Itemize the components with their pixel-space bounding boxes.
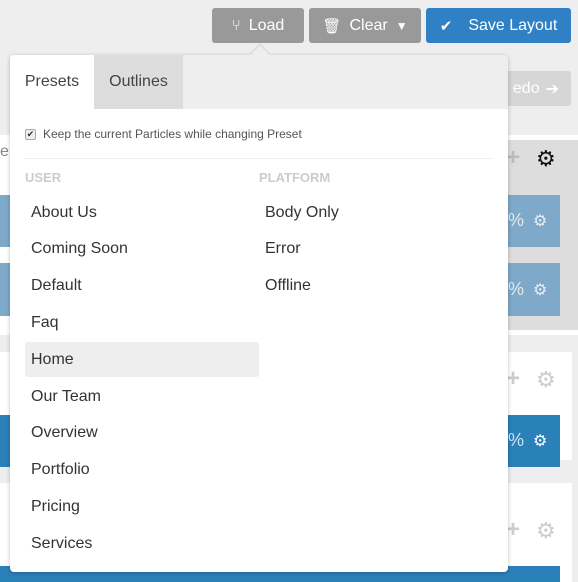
gear-icon[interactable]: ⚙ (536, 367, 556, 393)
add-icon[interactable]: + (506, 365, 520, 393)
tab-presets[interactable]: Presets (10, 55, 94, 109)
load-preset-popover: Presets Outlines ✔ Keep the current Parti… (10, 45, 508, 572)
row-gear-icon[interactable]: ⚙ (533, 280, 547, 300)
popover-tabs: Presets Outlines (10, 55, 508, 109)
add-icon[interactable]: + (506, 516, 520, 544)
tab-outlines[interactable]: Outlines (94, 55, 183, 109)
row-gear-icon[interactable]: ⚙ (533, 431, 547, 451)
divider (25, 158, 493, 159)
preset-item[interactable]: Faq (25, 305, 259, 340)
load-button[interactable]: ⑂ Load (212, 8, 304, 43)
preset-item[interactable]: Coming Soon (25, 232, 259, 267)
chevron-down-icon: ▼ (395, 18, 408, 33)
platform-heading: PLATFORM (259, 170, 331, 185)
preset-item[interactable]: Portfolio (25, 453, 259, 488)
row-percent: % (508, 430, 525, 450)
preset-item[interactable]: About Us (25, 195, 259, 230)
preset-item[interactable]: Services (25, 526, 259, 561)
checkbox-label: Keep the current Particles while changin… (43, 127, 302, 141)
preset-item[interactable]: Home (25, 342, 259, 378)
save-label: Save Layout (468, 16, 558, 34)
load-label: Load (248, 16, 285, 34)
branch-icon: ⑂ (231, 17, 241, 34)
add-icon[interactable]: + (506, 144, 520, 172)
gear-icon[interactable]: ⚙ (536, 146, 556, 172)
gear-icon[interactable]: ⚙ (536, 518, 556, 544)
row-percent: % (508, 210, 525, 230)
preset-item[interactable]: Offline (259, 269, 493, 304)
arrow-right-icon: ➔ (545, 80, 559, 98)
preset-item[interactable]: Pricing (25, 489, 259, 524)
preset-item[interactable]: Overview (25, 416, 259, 451)
save-layout-button[interactable]: ✔ Save Layout (426, 8, 571, 43)
preset-item[interactable]: Error (259, 232, 493, 267)
preset-item[interactable]: Body Only (259, 195, 493, 230)
trash-icon: 🗑 (322, 17, 342, 35)
clear-label: Clear (349, 16, 388, 34)
clear-button[interactable]: 🗑 Clear ▼ (309, 8, 421, 43)
user-heading: USER (25, 170, 62, 185)
row-gear-icon[interactable]: ⚙ (533, 211, 547, 231)
row-percent: % (508, 279, 525, 299)
checkbox-checked-icon[interactable]: ✔ (25, 128, 36, 140)
check-icon: ✔ (439, 17, 453, 35)
preset-item[interactable]: Default (25, 269, 259, 304)
keep-particles-checkbox[interactable]: ✔ Keep the current Particles while changi… (25, 127, 302, 141)
redo-label: edo (512, 79, 540, 97)
preset-item[interactable]: Our Team (25, 379, 259, 414)
